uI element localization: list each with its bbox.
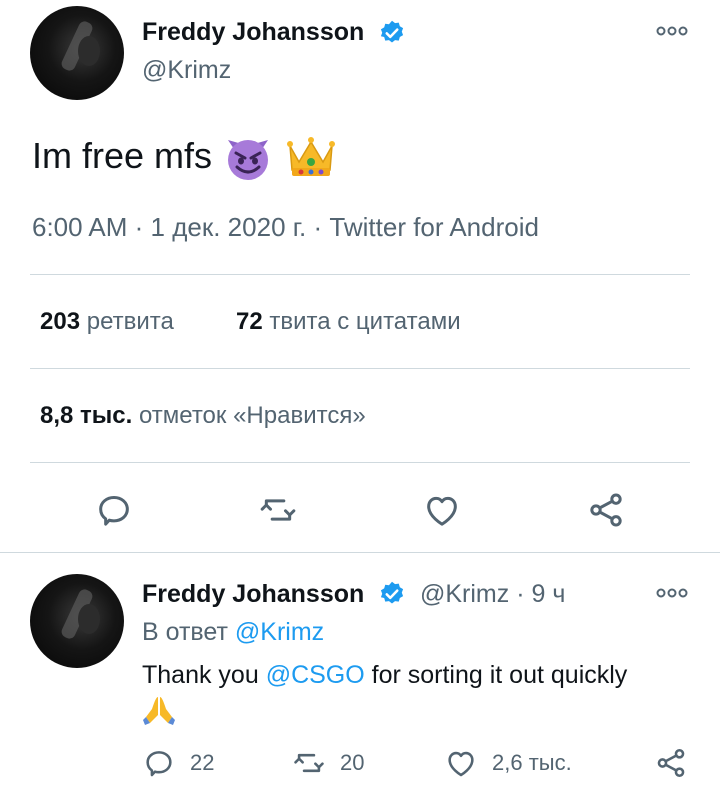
reply-icon	[99, 496, 129, 526]
reply-icon	[146, 751, 172, 777]
reply-button[interactable]	[94, 490, 134, 530]
author-handle[interactable]: @Krimz	[142, 56, 231, 85]
likes-label: отметок «Нравится»	[138, 402, 366, 429]
reply-author-name[interactable]: Freddy Johansson	[142, 580, 364, 609]
reply-text-start: Thank you	[142, 661, 266, 689]
csgo-mention-link[interactable]: @CSGO	[266, 661, 365, 689]
retweet-icon	[294, 753, 324, 773]
divider	[30, 368, 690, 369]
author-avatar[interactable]	[30, 6, 124, 100]
heart-icon	[448, 751, 474, 777]
reply-time-ago[interactable]: 9 ч	[532, 580, 566, 608]
likes-count: 8,8 тыс.	[40, 402, 133, 429]
heart-icon	[427, 496, 457, 526]
reply-text-end: for sorting it out quickly	[364, 661, 628, 689]
tweet-metadata: 6:00 AM · 1 дек. 2020 г. · Twitter for A…	[32, 212, 539, 243]
reply-header-meta: @Krimz · 9 ч	[420, 580, 565, 609]
reply-reply-button[interactable]: 22	[142, 746, 214, 780]
retweets-count: 203	[40, 308, 81, 335]
reply-like-button[interactable]: 2,6 тыс.	[444, 746, 572, 780]
tweet-time[interactable]: 6:00 AM	[32, 212, 127, 242]
meta-separator: ·	[313, 212, 323, 242]
retweets-label: ретвита	[86, 308, 174, 335]
reply-author-handle[interactable]: @Krimz	[420, 580, 509, 608]
like-count: 2,6 тыс.	[492, 750, 572, 775]
tweet-date[interactable]: 1 дек. 2020 г.	[151, 212, 307, 242]
tweet-separator	[0, 552, 720, 553]
replying-to-handle-link[interactable]: @Krimz	[235, 618, 324, 646]
likes-stat[interactable]: 8,8 тыс. отметок «Нравится»	[40, 402, 366, 430]
tweet-text-content: Im free mfs	[32, 135, 213, 176]
quotes-count: 72	[236, 308, 263, 335]
smiling-devil-emoji-icon	[228, 140, 269, 180]
quotes-stat[interactable]: 72 твита с цитатами	[236, 308, 461, 336]
crown-emoji-icon	[287, 137, 336, 176]
more-options-icon[interactable]	[655, 586, 689, 600]
retweets-stat[interactable]: 203 ретвита	[40, 308, 174, 336]
tweet-client[interactable]: Twitter for Android	[329, 212, 539, 242]
meta-separator: ·	[134, 212, 144, 242]
replying-to-prefix: В ответ	[142, 618, 228, 646]
reply-count: 22	[190, 750, 215, 775]
replying-to: В ответ @Krimz	[142, 618, 324, 647]
folded-hands-emoji-icon	[143, 697, 175, 726]
reply-share-button[interactable]	[654, 746, 688, 780]
tweet-text: Im free mfs	[32, 130, 338, 182]
reply-author-avatar[interactable]	[30, 574, 124, 668]
share-button[interactable]	[586, 490, 626, 530]
share-icon	[590, 493, 622, 527]
quotes-label: твита с цитатами	[269, 308, 461, 335]
meta-separator: ·	[516, 580, 525, 608]
verified-badge-icon	[380, 20, 404, 43]
reply-retweet-button[interactable]: 20	[292, 746, 364, 780]
share-icon	[657, 748, 685, 778]
retweet-count: 20	[340, 750, 365, 775]
like-button[interactable]	[422, 490, 462, 530]
retweet-button[interactable]	[258, 490, 298, 530]
reply-tweet-text: Thank you @CSGO for sorting it out quick…	[142, 658, 702, 726]
retweet-icon	[260, 499, 296, 521]
verified-badge-icon	[380, 581, 404, 604]
author-name[interactable]: Freddy Johansson	[142, 18, 364, 47]
more-options-icon[interactable]	[655, 24, 689, 38]
divider	[30, 274, 690, 275]
divider	[30, 462, 690, 463]
